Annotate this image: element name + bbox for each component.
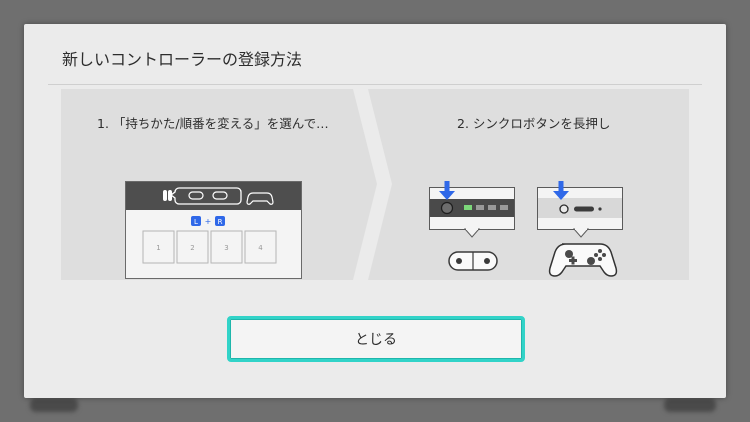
joycon-sync-illustration bbox=[429, 181, 515, 271]
title-divider bbox=[48, 84, 702, 85]
sync-button bbox=[440, 201, 454, 215]
player-led-lit bbox=[464, 205, 472, 210]
r-key-label: R bbox=[218, 218, 223, 226]
plus-sign: + bbox=[205, 217, 212, 226]
instructions-panel: 1. 「持ちかた/順番を変える」を選んで… 2. シンクロボタンを長押し L +… bbox=[61, 89, 689, 280]
controller-pairing-dialog: 新しいコントローラーの登録方法 1. 「持ちかた/順番を変える」を選んで… 2.… bbox=[24, 24, 726, 398]
l-key-label: L bbox=[194, 218, 198, 226]
background-shape bbox=[30, 398, 78, 412]
slot-number: 2 bbox=[190, 244, 194, 252]
slot-number: 3 bbox=[224, 244, 228, 252]
step-1-label: 1. 「持ちかた/順番を変える」を選んで… bbox=[97, 116, 329, 131]
grip-order-bubble bbox=[169, 187, 242, 205]
player-led bbox=[488, 205, 496, 210]
dialog-title: 新しいコントローラーの登録方法 bbox=[62, 50, 303, 69]
slot-number: 4 bbox=[258, 244, 263, 252]
pro-controller-illustration bbox=[548, 243, 618, 277]
l-plus-r-hint: L + R bbox=[191, 216, 225, 226]
close-button[interactable]: とじる bbox=[227, 316, 525, 362]
player-led bbox=[476, 205, 484, 210]
background-shape bbox=[664, 398, 716, 412]
slot-number: 1 bbox=[156, 244, 160, 252]
sync-button bbox=[559, 204, 569, 214]
screen-mockup-illustration: L + R 1 2 3 4 bbox=[125, 181, 302, 279]
player-led bbox=[500, 205, 508, 210]
step-2-label: 2. シンクロボタンを長押し bbox=[457, 116, 611, 131]
joycon-pair-illustration bbox=[448, 251, 498, 271]
pro-controller-sync-illustration bbox=[537, 181, 623, 277]
